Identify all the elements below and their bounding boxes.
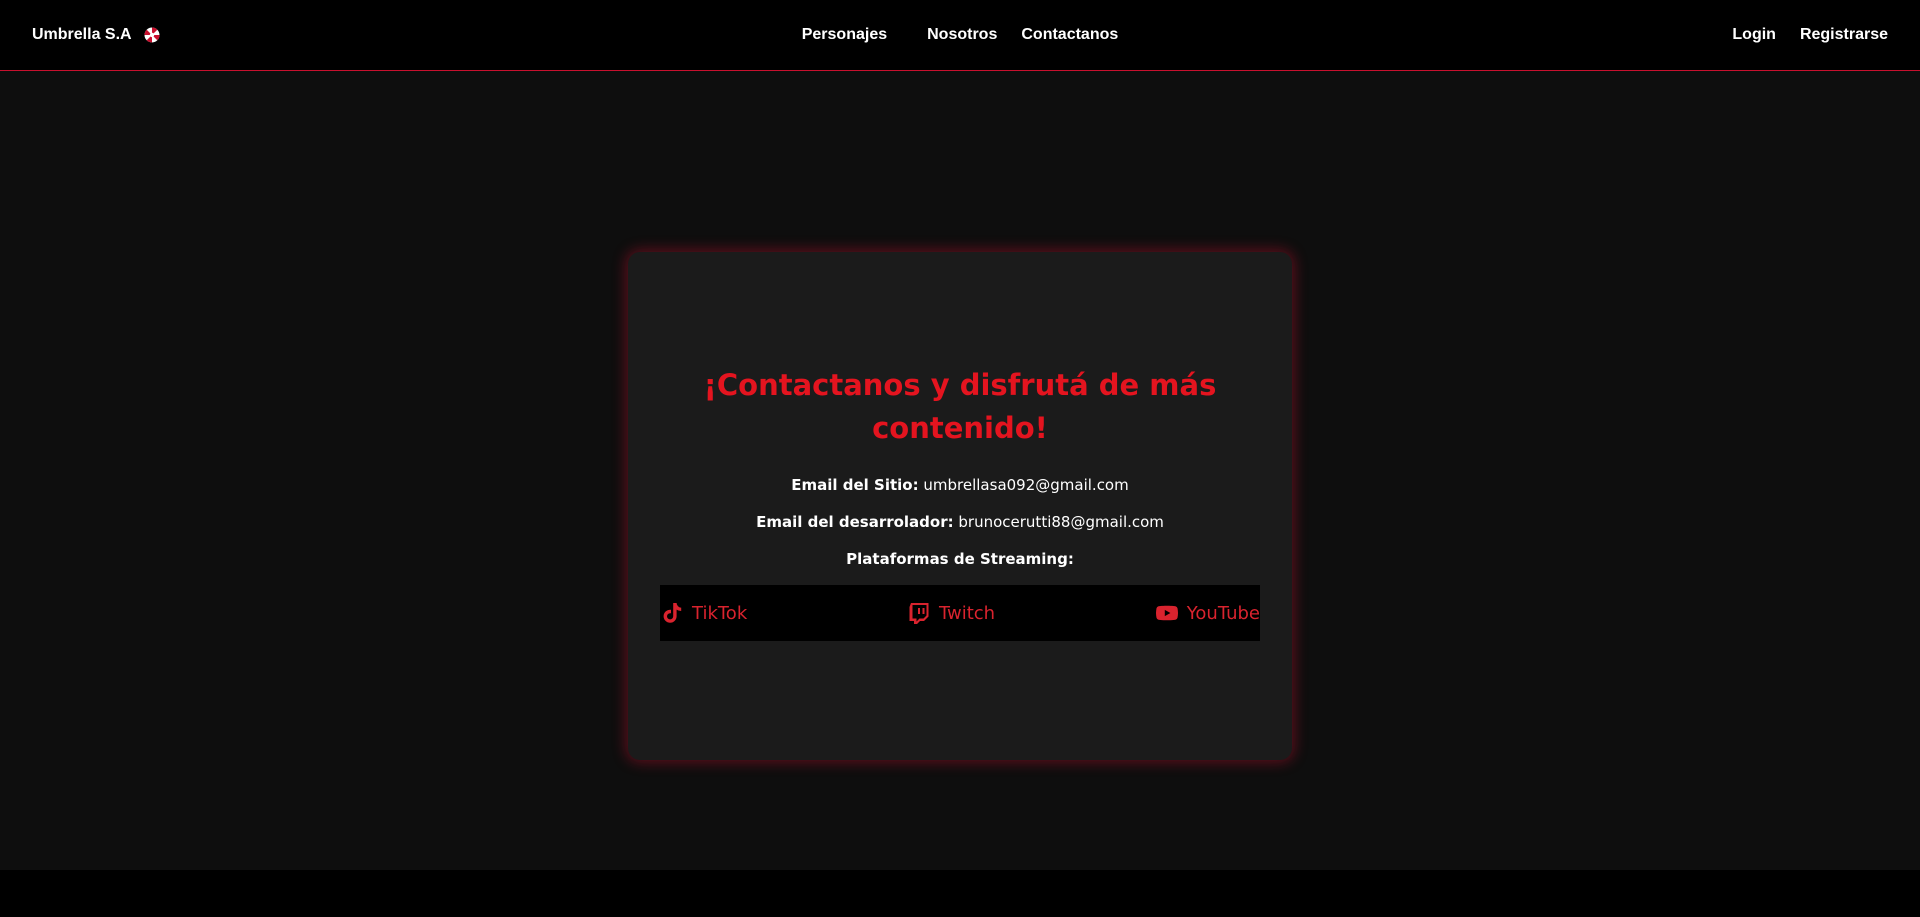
- site-email-value: umbrellasa092@gmail.com: [923, 476, 1129, 494]
- site-email-line: Email del Sitio: umbrellasa092@gmail.com: [628, 476, 1292, 494]
- footer-band: [0, 870, 1920, 917]
- nav-link-contactanos[interactable]: Contactanos: [1021, 26, 1118, 44]
- dev-email-label: Email del desarrolador:: [756, 513, 954, 531]
- youtube-link[interactable]: YouTube: [1155, 601, 1260, 625]
- main-content: ¡Contactanos y disfrutá de más contenido…: [0, 71, 1920, 870]
- site-email-label: Email del Sitio:: [791, 476, 919, 494]
- streaming-platforms-bar: TikTok Twitch YouTube: [660, 585, 1260, 641]
- dev-email-line: Email del desarrolador: brunocerutti88@g…: [628, 513, 1292, 531]
- umbrella-corp-logo-icon: [144, 27, 160, 43]
- brand-link[interactable]: Umbrella S.A: [32, 0, 160, 70]
- nav-link-personajes[interactable]: Personajes: [802, 26, 887, 44]
- register-link[interactable]: Registrarse: [1800, 26, 1888, 44]
- contact-card: ¡Contactanos y disfrutá de más contenido…: [628, 252, 1292, 760]
- twitch-link[interactable]: Twitch: [907, 601, 995, 625]
- contact-title: ¡Contactanos y disfrutá de más contenido…: [703, 368, 1217, 445]
- twitch-label: Twitch: [938, 602, 996, 624]
- twitch-icon: [909, 603, 929, 624]
- nav-link-nosotros[interactable]: Nosotros: [927, 26, 997, 44]
- streaming-label: Plataformas de Streaming:: [846, 550, 1074, 568]
- navbar: Umbrella S.A Personajes Nosotros Contact…: [0, 0, 1920, 71]
- brand-name: Umbrella S.A: [32, 26, 132, 43]
- nav-right: Login Registrarse: [1732, 0, 1888, 70]
- login-link[interactable]: Login: [1732, 26, 1776, 44]
- dev-email-value: brunocerutti88@gmail.com: [958, 513, 1164, 531]
- tiktok-link[interactable]: TikTok: [660, 601, 747, 625]
- youtube-icon: [1155, 605, 1178, 621]
- streaming-label-line: Plataformas de Streaming:: [628, 550, 1292, 568]
- tiktok-icon: [663, 603, 682, 623]
- tiktok-label: TikTok: [692, 602, 748, 624]
- nav-center: Personajes Nosotros Contactanos: [0, 0, 1920, 70]
- youtube-label: YouTube: [1186, 602, 1260, 624]
